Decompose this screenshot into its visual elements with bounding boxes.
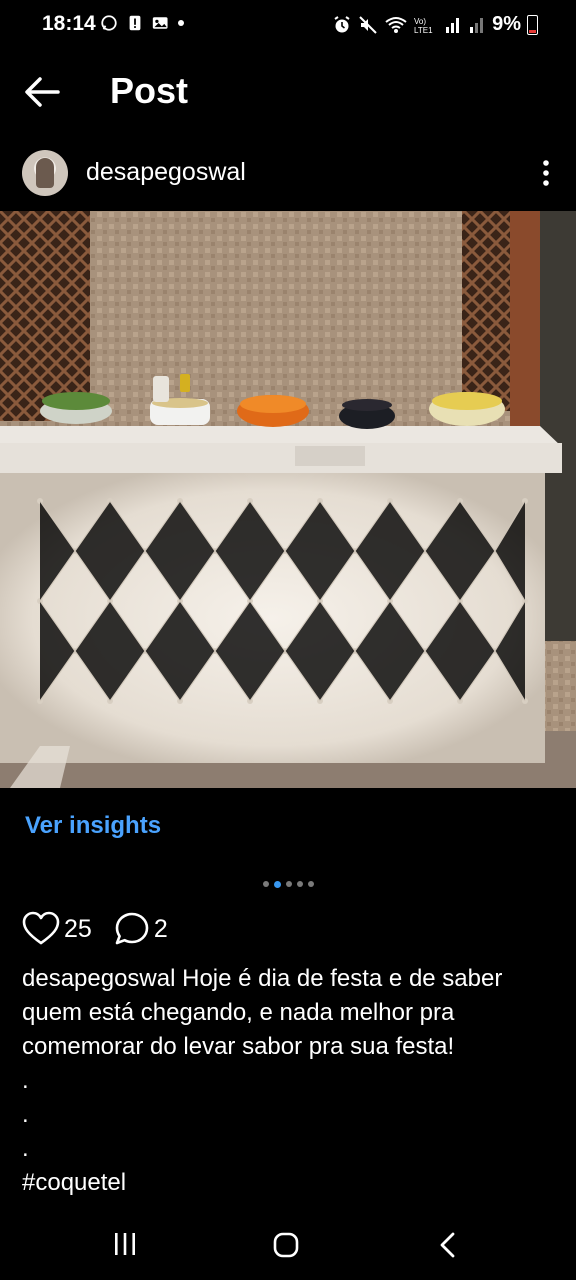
page-title: Post [110,70,189,111]
carousel-dot [296,881,303,887]
alarm-icon [334,15,350,32]
back-arrow-icon[interactable] [22,74,62,110]
signal-icon-2 [470,17,484,33]
post-caption: desapegoswal Hoje é dia de festa e de sa… [22,962,552,1200]
post-actions: 25 2 [22,911,190,947]
caption-dot: . [22,1101,29,1128]
mute-icon [359,15,377,34]
app-header: Post [0,60,576,124]
avatar[interactable] [22,150,68,196]
post-author-row: desapegoswal [0,146,576,200]
home-icon[interactable] [272,1231,300,1259]
view-insights-link[interactable]: Ver insights [25,812,161,840]
comment-icon[interactable] [114,911,150,947]
more-vertical-icon[interactable] [540,158,552,188]
notification-icons [100,14,184,32]
carousel-dot [262,881,269,887]
caption-username[interactable]: desapegoswal [22,965,175,992]
username[interactable]: desapegoswal [86,158,246,187]
caption-dot: . [22,1067,29,1094]
status-time: 18:14 [42,12,96,35]
like-count: 25 [64,914,92,943]
carousel-dot [307,881,314,887]
signal-icon-1 [446,17,460,33]
battery-icon [527,14,538,35]
system-icons: Vo) LTE1 9% [332,13,538,36]
comment-count: 2 [153,914,168,943]
post-image[interactable] [0,211,576,788]
caption-hashtag[interactable]: #coquetel [22,1166,552,1200]
comment-button[interactable]: 2 [114,911,168,947]
gallery-icon [152,17,168,29]
volte-icon: Vo)LTE1 [414,17,433,35]
system-navigation-bar [0,1222,576,1270]
recent-apps-icon[interactable] [112,1232,138,1256]
like-button[interactable]: 25 [22,911,92,947]
caption-body: desapegoswal Hoje é dia de festa e de sa… [22,962,552,1064]
battery-percent: 9% [492,13,521,35]
alert-icon [129,15,141,31]
whatsapp-icon [101,15,117,31]
nav-back-icon[interactable] [438,1232,458,1258]
status-bar: 18:14 Vo) LTE1 9% [0,0,576,52]
more-notifications-dot [178,20,184,26]
carousel-dot [285,881,292,887]
svg-text:LTE1: LTE1 [414,26,433,35]
svg-text:Vo): Vo) [414,17,426,26]
carousel-dot-active [273,880,281,888]
caption-dot: . [22,1135,29,1162]
wifi-icon [385,16,407,33]
heart-icon[interactable] [22,911,60,947]
post-photo-illustration [0,211,576,788]
carousel-indicator [0,880,576,888]
